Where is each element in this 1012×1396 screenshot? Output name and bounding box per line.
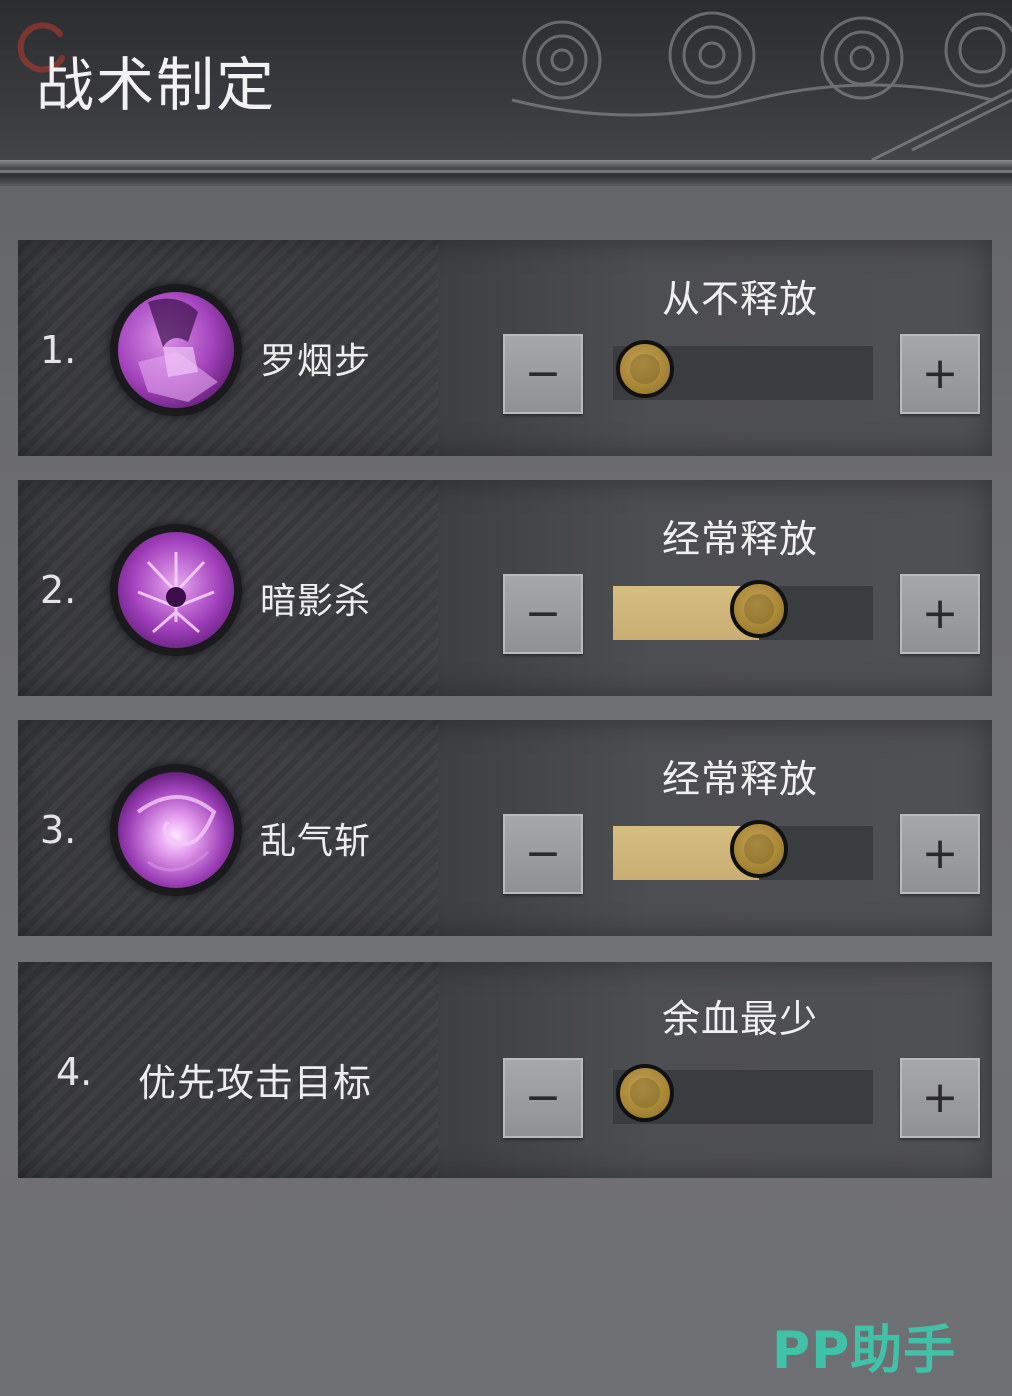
increase-button[interactable]: + (900, 574, 980, 654)
tactic-row-4: 4. 优先攻击目标 余血最少 − + (18, 962, 992, 1178)
tactic-row-2: 2. 暗影杀 经常释放 − + (18, 480, 992, 696)
header-bar: 战术制定 (0, 0, 1012, 170)
tactics-screen: 战术制定 1. 罗烟步 从不释放 − + 2. 暗影杀 经常释放 − + 3. … (0, 0, 1012, 1396)
frequency-slider[interactable] (613, 340, 873, 400)
increase-button[interactable]: + (900, 814, 980, 894)
minus-icon: − (524, 828, 562, 879)
frequency-slider[interactable] (613, 820, 873, 880)
increase-button[interactable]: + (900, 1058, 980, 1138)
row-number: 1. (40, 328, 77, 372)
setting-label: 余血最少 (661, 997, 818, 1041)
plus-icon: + (921, 828, 959, 879)
skill-name: 乱气斩 (260, 821, 372, 862)
plus-icon: + (921, 348, 959, 399)
chaos-slash-skill-icon (110, 764, 242, 896)
row-number: 3. (40, 808, 77, 852)
shadow-step-skill-icon (110, 284, 242, 416)
slider-knob[interactable] (730, 580, 788, 638)
tactic-row-3: 3. 乱气斩 经常释放 − + (18, 720, 992, 936)
plus-icon: + (921, 1072, 959, 1123)
plus-icon: + (921, 588, 959, 639)
setting-label: 经常释放 (661, 757, 818, 801)
row-number: 4. (56, 1050, 93, 1094)
frequency-slider[interactable] (613, 580, 873, 640)
header-divider (0, 160, 1012, 186)
minus-icon: − (524, 588, 562, 639)
shadow-kill-skill-icon (110, 524, 242, 656)
cloud-ornament-icon (511, 11, 1012, 160)
slider-knob[interactable] (616, 340, 674, 398)
slider-knob[interactable] (616, 1064, 674, 1122)
decrease-button[interactable]: − (503, 574, 583, 654)
setting-label: 从不释放 (661, 277, 818, 321)
minus-icon: − (524, 348, 562, 399)
tactic-row-1: 1. 罗烟步 从不释放 − + (18, 240, 992, 456)
skill-name: 罗烟步 (260, 341, 372, 382)
increase-button[interactable]: + (900, 334, 980, 414)
skill-name: 暗影杀 (260, 581, 372, 622)
minus-icon: − (524, 1072, 562, 1123)
target-priority-label: 优先攻击目标 (138, 1061, 373, 1105)
row-number: 2. (40, 568, 77, 612)
decrease-button[interactable]: − (503, 814, 583, 894)
slider-knob[interactable] (730, 820, 788, 878)
page-title: 战术制定 (36, 51, 277, 119)
watermark-logo: PP助手 (772, 1321, 957, 1381)
target-slider[interactable] (613, 1064, 873, 1124)
setting-label: 经常释放 (661, 517, 818, 561)
decrease-button[interactable]: − (503, 334, 583, 414)
decrease-button[interactable]: − (503, 1058, 583, 1138)
